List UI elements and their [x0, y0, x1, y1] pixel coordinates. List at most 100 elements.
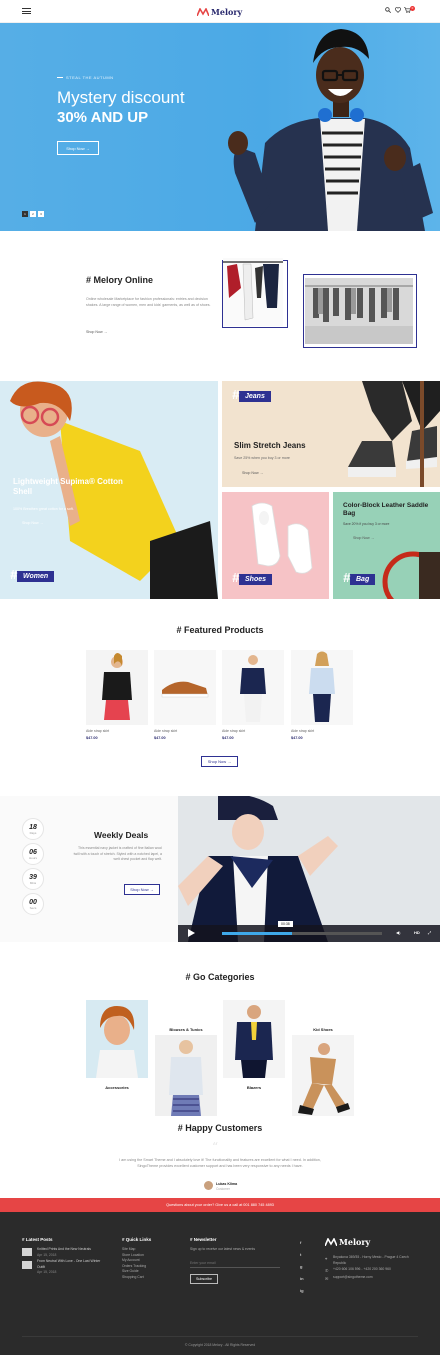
mail-icon: ✉	[325, 1276, 329, 1281]
category-accessories[interactable]	[86, 1000, 148, 1078]
post-title[interactable]: Knitted Prints And the New Neutrals	[37, 1247, 107, 1253]
product-name[interactable]: Aide strap skirt	[86, 729, 109, 733]
product-price: $47.00	[86, 736, 98, 740]
category-kid-shoes[interactable]	[292, 1035, 354, 1116]
women-tag: # Women	[10, 567, 55, 582]
category-label[interactable]: Kid Shoes	[292, 1027, 354, 1032]
product-card[interactable]	[222, 650, 284, 725]
slide-dot-3[interactable]: 3	[38, 211, 44, 217]
deals-video[interactable]: 00:38 ◀) HD ⤢	[178, 796, 440, 942]
jeans-model-image	[348, 381, 440, 487]
fullscreen-icon[interactable]: ⤢	[428, 930, 431, 935]
product-card[interactable]	[86, 650, 148, 725]
newsletter-text: Sign up to receive our latest news & eve…	[190, 1247, 256, 1251]
hero-title: Mystery discount	[57, 88, 185, 107]
category-blazers[interactable]	[223, 1000, 285, 1078]
countdown-days: 18 Days	[22, 818, 44, 840]
footer-email[interactable]: support@singotheme.com	[333, 1275, 373, 1281]
bag-tag-label: Bag	[350, 574, 376, 585]
customer-name: Lukas Klima	[216, 1182, 238, 1186]
cart-count-badge: 0	[410, 6, 415, 11]
customers-title: # Happy Customers	[177, 1123, 263, 1133]
product-grid	[86, 650, 354, 725]
category-label[interactable]: Blouses & Tunics	[155, 1027, 217, 1032]
category-label[interactable]: Accessories	[86, 1085, 148, 1090]
jeans-banner[interactable]: # Jeans Slim Stretch Jeans Save 25% when…	[222, 381, 440, 487]
shoes-banner[interactable]: # Shoes	[222, 492, 329, 599]
play-icon[interactable]	[188, 929, 195, 937]
location-icon: ⌖	[325, 1256, 328, 1261]
bag-banner-title: Color-Block Leather Saddle Bag	[343, 502, 429, 517]
product-name[interactable]: Aide strap skirt	[154, 729, 177, 733]
hero-subtitle: 30% AND UP	[57, 109, 149, 126]
video-progress[interactable]	[222, 932, 382, 935]
subscribe-button[interactable]: Subscribe	[190, 1274, 218, 1284]
women-tag-label: Women	[17, 571, 55, 582]
bag-tag: # Bag	[343, 570, 376, 585]
bag-banner-text: Save 20% if you buy 3 or more	[343, 522, 390, 526]
slide-dot-2[interactable]: 2	[30, 211, 36, 217]
category-label[interactable]: Blazers	[223, 1085, 285, 1090]
bag-shop-now-link[interactable]: Shop Now →	[353, 536, 374, 540]
post-thumbnail[interactable]	[22, 1261, 32, 1269]
quick-links-list: Site Map Store Location My Account Order…	[122, 1247, 146, 1280]
category-blouses[interactable]	[155, 1035, 217, 1116]
google-icon[interactable]: g	[300, 1264, 304, 1269]
jeans-banner-text: Save 25% when you buy 3 or more	[234, 456, 290, 460]
product-card[interactable]	[154, 650, 216, 725]
post-title[interactable]: From Neutral With Love - One Last Winter…	[37, 1259, 107, 1270]
post-date: Apr 15, 2018	[37, 1253, 57, 1257]
deals-video-frame	[178, 796, 440, 942]
countdown-mins: 39 Mins	[22, 868, 44, 890]
hero-slider: STEAL THE AUTUMN Mystery discount 30% AN…	[0, 23, 440, 231]
logo-mark-icon	[325, 1238, 337, 1246]
deals-text: This essential navy jacket is crafted of…	[73, 846, 162, 861]
featured-shop-now-button[interactable]: Shop Now →	[201, 756, 238, 767]
hd-icon[interactable]: HD	[414, 930, 420, 935]
linkedin-icon[interactable]: in	[300, 1276, 304, 1281]
shoes-tag-label: Shoes	[239, 574, 273, 585]
bag-image	[382, 551, 440, 599]
site-header: Melory 0	[0, 0, 440, 23]
women-banner[interactable]: Lightweight Supima® Cotton Shell 100% Br…	[0, 381, 218, 599]
deals-shop-now-button[interactable]: Shop Now →	[124, 884, 160, 895]
women-shop-now-link[interactable]: Shop Now →	[22, 521, 43, 525]
post-thumbnail[interactable]	[22, 1248, 32, 1256]
category-image	[169, 1040, 203, 1116]
countdown-secs: 00 Secs	[22, 893, 44, 915]
product-price: $47.00	[222, 736, 234, 740]
slider-pagination: 1 2 3	[22, 211, 44, 217]
menu-icon[interactable]	[22, 8, 31, 14]
product-card[interactable]	[291, 650, 353, 725]
jeans-shop-now-link[interactable]: Shop Now →	[242, 471, 263, 475]
instagram-icon[interactable]: ig	[300, 1288, 304, 1293]
video-controls: 00:38 ◀) HD ⤢	[178, 921, 440, 942]
hero-shop-now-button[interactable]: Shop Now →	[57, 141, 99, 155]
about-title: # Melory Online	[86, 275, 154, 285]
newsletter-email-input[interactable]	[190, 1258, 280, 1268]
featured-title: # Featured Products	[176, 625, 264, 635]
search-icon[interactable]	[385, 7, 391, 16]
phone-icon: ✆	[325, 1268, 329, 1273]
footer-address: Bnyakova 369/35 - Horny Mesto - Prague 4…	[333, 1255, 409, 1265]
product-price: $47.00	[154, 736, 166, 740]
quick-link[interactable]: Shopping Cart	[122, 1275, 146, 1281]
product-name[interactable]: Aide strap skirt	[222, 729, 245, 733]
twitter-icon[interactable]: t	[300, 1252, 304, 1257]
footer-logo[interactable]: Melory	[325, 1237, 370, 1247]
product-name[interactable]: Aide strap skirt	[291, 729, 314, 733]
copyright: © Copyright 2018 Melory - All Rights Res…	[184, 1343, 256, 1347]
logo-text: Melory	[211, 6, 243, 17]
slide-dot-1[interactable]: 1	[22, 211, 28, 217]
social-links: f t g in ig	[300, 1240, 304, 1293]
volume-icon[interactable]: ◀)	[396, 930, 400, 935]
hero-model-image	[228, 29, 433, 231]
about-shop-now-link[interactable]: Shop Now →	[86, 330, 107, 334]
facebook-icon[interactable]: f	[300, 1240, 304, 1245]
site-logo[interactable]: Melory	[197, 5, 242, 18]
wishlist-icon[interactable]	[394, 7, 402, 16]
bag-banner[interactable]: Color-Block Leather Saddle Bag Save 20% …	[333, 492, 440, 599]
video-time: 00:38	[278, 921, 293, 927]
product-image	[102, 653, 132, 720]
hero-kicker: STEAL THE AUTUMN	[57, 75, 114, 80]
